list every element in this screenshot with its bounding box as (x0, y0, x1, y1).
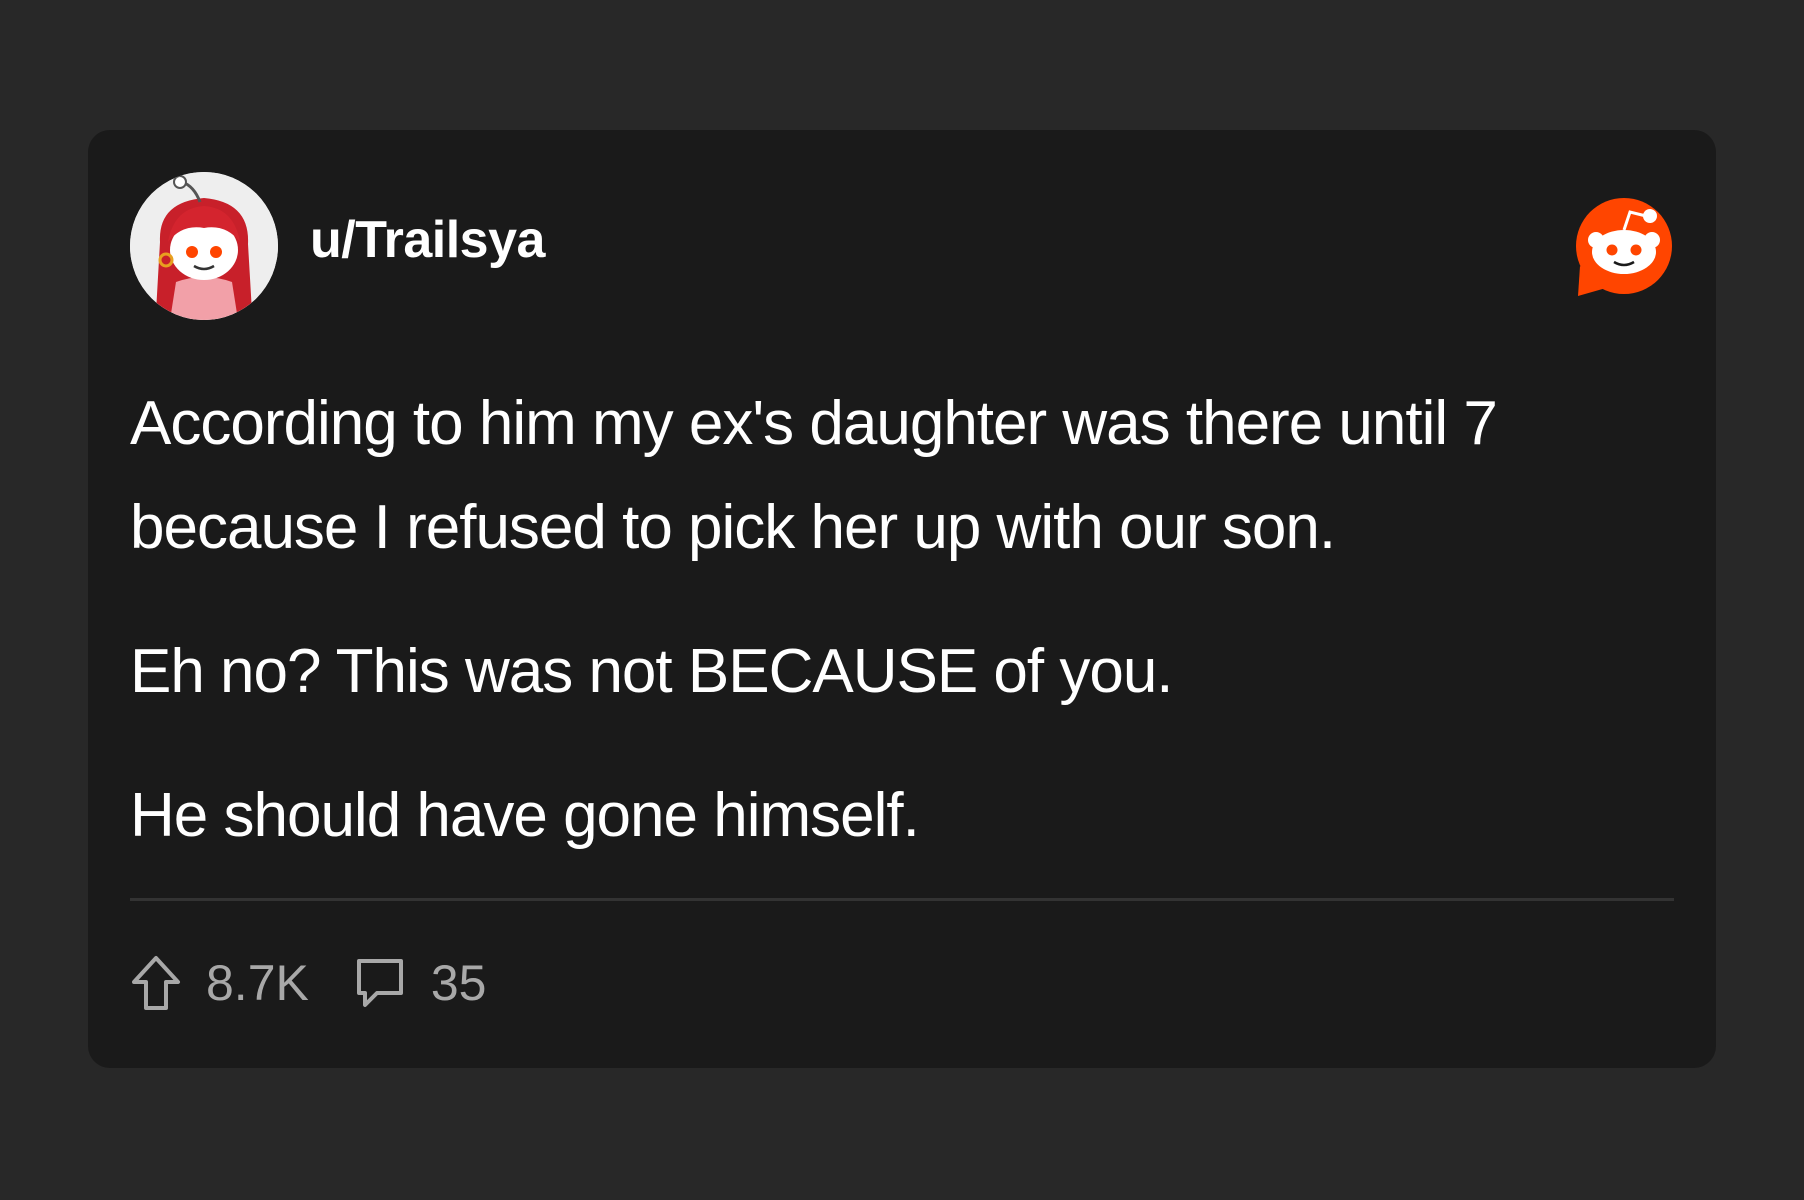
username[interactable]: u/Trailsya (310, 210, 545, 270)
user-avatar[interactable] (130, 172, 278, 320)
post-actions: 8.7K 35 (130, 948, 486, 1018)
reddit-logo-icon[interactable] (1572, 196, 1674, 298)
post-paragraph: According to him my ex's daughter was th… (130, 389, 1498, 562)
comment-count: 35 (430, 955, 487, 1011)
divider (130, 898, 1674, 901)
post-paragraph: Eh no? This was not BECAUSE of you. (130, 637, 1174, 706)
post-paragraph: He should have gone himself. (130, 781, 920, 850)
upvote-arrow-icon[interactable] (130, 954, 182, 1012)
post-body: According to him my ex's daughter was th… (130, 372, 1680, 868)
comment-bubble-icon[interactable] (353, 955, 407, 1011)
upvote-count: 8.7K (206, 955, 309, 1011)
post-card[interactable]: u/Trailsya According to him my ex's daug… (88, 130, 1716, 1068)
